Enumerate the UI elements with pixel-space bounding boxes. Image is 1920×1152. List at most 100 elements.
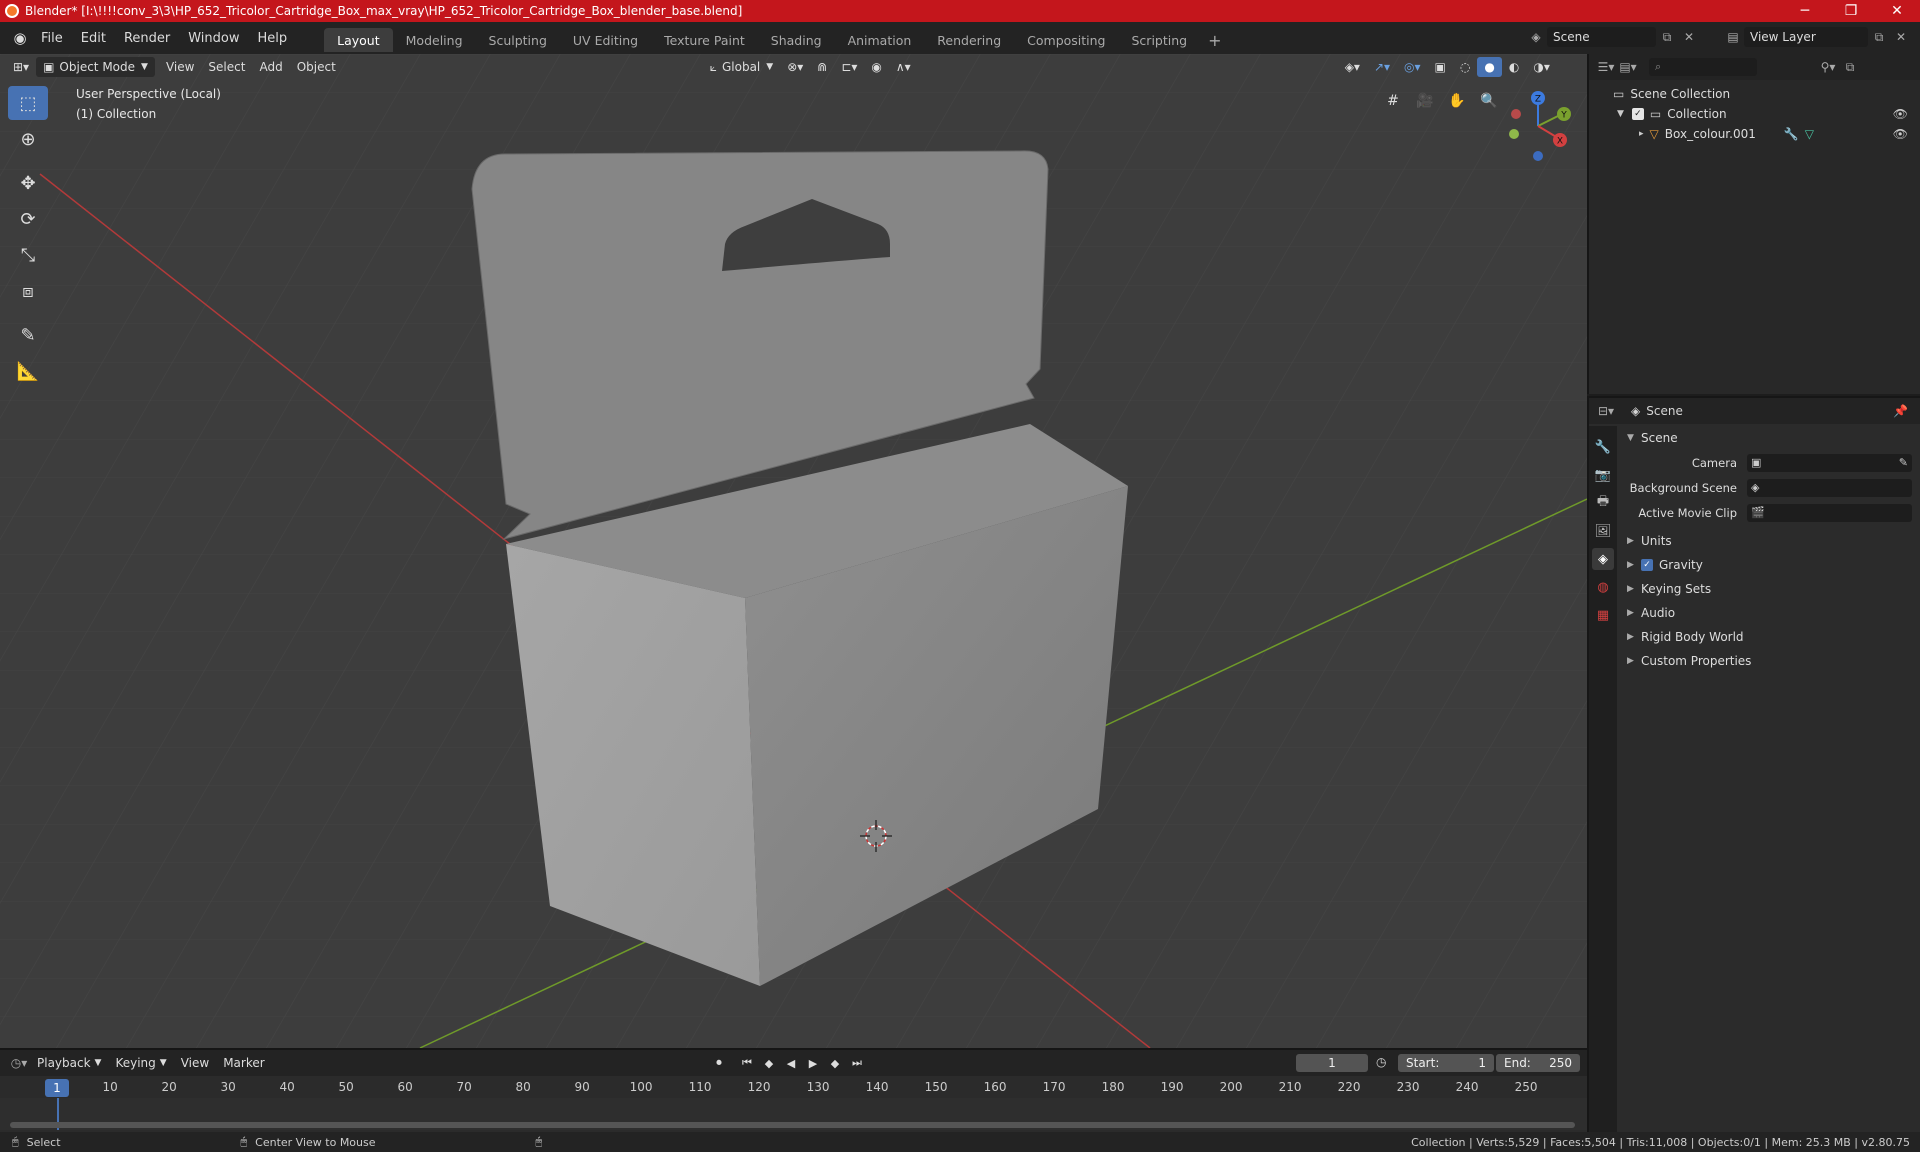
collection-checkbox[interactable]: ✓	[1631, 108, 1644, 120]
gravity-checkbox[interactable]: ✓	[1641, 559, 1653, 571]
world-tab-icon[interactable]: ◍	[1592, 576, 1614, 598]
keying-sets-subpanel[interactable]: ▶ Keying Sets	[1619, 577, 1920, 601]
menu-file[interactable]: File	[32, 26, 72, 50]
output-tab-icon[interactable]: 🖶	[1592, 492, 1614, 514]
menu-marker[interactable]: Marker	[216, 1053, 271, 1073]
scale-tool-icon[interactable]: ⤡	[8, 238, 48, 272]
background-scene-field[interactable]: ◈	[1747, 478, 1912, 497]
start-frame-field[interactable]: Start: 1	[1398, 1054, 1494, 1072]
cursor-tool-icon[interactable]: ⊕	[8, 122, 48, 156]
mesh-data-icon[interactable]: ▽	[1805, 127, 1814, 141]
menu-select[interactable]: Select	[201, 57, 252, 77]
outliner-row-collection[interactable]: ▼ ✓ ▭ Collection 👁	[1589, 104, 1920, 124]
3d-viewport[interactable]: ⊞▾ ▣ Object Mode ▼ View Select Add Object …	[0, 54, 1587, 1048]
scene-name-field[interactable]: Scene	[1547, 27, 1656, 47]
pan-hand-icon[interactable]: ✋	[1444, 88, 1470, 114]
menu-keying[interactable]: Keying ▼	[108, 1053, 173, 1073]
expand-arrow-icon[interactable]: ▼	[1617, 109, 1624, 119]
scene-panel-header[interactable]: ▼ Scene	[1619, 426, 1920, 450]
move-tool-icon[interactable]: ✥	[8, 166, 48, 200]
material-shading-icon[interactable]: ◐	[1502, 57, 1526, 77]
prev-keyframe-icon[interactable]: ◆	[760, 1054, 778, 1072]
menu-render[interactable]: Render	[115, 26, 179, 50]
visibility-eye-icon[interactable]: 👁	[1893, 107, 1908, 121]
blender-logo-icon[interactable]: ◉	[8, 26, 32, 50]
units-subpanel[interactable]: ▶ Units	[1619, 529, 1920, 553]
gizmo-toggle-icon[interactable]: ↗▾	[1367, 57, 1397, 77]
snap-icon[interactable]: ⋒	[810, 57, 834, 77]
minimize-button[interactable]: ─	[1782, 0, 1828, 22]
filter-icon[interactable]: ⚲▾	[1817, 57, 1839, 77]
tab-texture-paint[interactable]: Texture Paint	[651, 28, 758, 52]
play-reverse-icon[interactable]: ◀	[782, 1054, 800, 1072]
camera-view-icon[interactable]: 🎥	[1412, 88, 1438, 114]
transform-tool-icon[interactable]: ⧈	[8, 274, 48, 308]
audio-subpanel[interactable]: ▶ Audio	[1619, 601, 1920, 625]
timeline-editor-type-icon[interactable]: ◷▾	[8, 1053, 30, 1073]
measure-tool-icon[interactable]: 📐	[8, 354, 48, 388]
view-layer-icon[interactable]: ▤	[1722, 27, 1744, 47]
new-scene-icon[interactable]: ⧉	[1656, 27, 1678, 47]
menu-add[interactable]: Add	[252, 57, 289, 77]
object-mode-dropdown[interactable]: ▣ Object Mode ▼	[36, 57, 155, 77]
tab-modeling[interactable]: Modeling	[393, 28, 476, 52]
tool-settings-tab-icon[interactable]: 🔧	[1592, 436, 1614, 458]
gizmo-neg-z[interactable]	[1533, 151, 1543, 161]
falloff-icon[interactable]: ∧▾	[889, 57, 918, 77]
proportional-edit-icon[interactable]: ◉	[864, 57, 888, 77]
menu-timeline-view[interactable]: View	[174, 1053, 216, 1073]
menu-view[interactable]: View	[159, 57, 201, 77]
xray-toggle-icon[interactable]: ▣	[1428, 57, 1453, 77]
clock-icon[interactable]: ◷	[1376, 1055, 1386, 1069]
current-frame-field[interactable]: 1	[1296, 1054, 1368, 1072]
pin-icon[interactable]: 📌	[1893, 404, 1908, 418]
outliner-editor-type-icon[interactable]: ☰▾	[1595, 57, 1617, 77]
menu-playback[interactable]: Playback ▼	[30, 1053, 108, 1073]
menu-window[interactable]: Window	[179, 26, 248, 50]
gravity-subpanel[interactable]: ▶ ✓ Gravity	[1619, 553, 1920, 577]
gizmo-neg-x[interactable]	[1511, 109, 1521, 119]
solid-shading-icon[interactable]: ●	[1477, 57, 1502, 77]
tab-animation[interactable]: Animation	[835, 28, 925, 52]
navigation-gizmo[interactable]: Z Y X	[1500, 88, 1576, 164]
rigid-body-world-subpanel[interactable]: ▶ Rigid Body World	[1619, 625, 1920, 649]
grid-view-icon[interactable]: #	[1380, 88, 1406, 114]
new-view-layer-icon[interactable]: ⧉	[1868, 27, 1890, 47]
rotate-tool-icon[interactable]: ⟳	[8, 202, 48, 236]
new-collection-icon[interactable]: ⧉	[1839, 57, 1861, 77]
outliner-search-input[interactable]: ⌕	[1649, 58, 1757, 76]
properties-editor-type-icon[interactable]: ⊟▾	[1595, 401, 1617, 421]
camera-field[interactable]: ▣ ✎	[1747, 453, 1912, 472]
maximize-button[interactable]: ❐	[1828, 0, 1874, 22]
tab-scripting[interactable]: Scripting	[1119, 28, 1201, 52]
timeline-ruler[interactable]: 1 10 20 30 40 50 60 70 80 90 100 110 120 130 140 150 16…	[0, 1076, 1587, 1098]
gizmo-neg-y[interactable]	[1509, 129, 1519, 139]
eyedropper-icon[interactable]: ✎	[1899, 456, 1908, 469]
tab-rendering[interactable]: Rendering	[924, 28, 1014, 52]
outliner-row-box-colour[interactable]: ▸ ▽ Box_colour.001 🔧 ▽ 👁	[1589, 124, 1920, 144]
close-button[interactable]: ✕	[1874, 0, 1920, 22]
record-icon[interactable]: ⏺	[710, 1054, 728, 1072]
tab-compositing[interactable]: Compositing	[1014, 28, 1118, 52]
tab-uv-editing[interactable]: UV Editing	[560, 28, 651, 52]
snap-target-icon[interactable]: ⊏▾	[834, 57, 864, 77]
active-movie-clip-field[interactable]: 🎬	[1747, 503, 1912, 522]
view-layer-tab-icon[interactable]: 🖼	[1592, 520, 1614, 542]
jump-start-icon[interactable]: ⏮	[738, 1054, 756, 1072]
rendered-shading-icon[interactable]: ◑▾	[1526, 57, 1557, 77]
delete-view-layer-icon[interactable]: ✕	[1890, 27, 1912, 47]
wireframe-shading-icon[interactable]: ◌	[1453, 57, 1477, 77]
timeline-scrollbar[interactable]	[10, 1122, 1575, 1128]
outliner-row-scene-collection[interactable]: ▭ Scene Collection	[1589, 84, 1920, 104]
tab-sculpting[interactable]: Sculpting	[476, 28, 560, 52]
zoom-icon[interactable]: 🔍	[1476, 88, 1502, 114]
texture-tab-icon[interactable]: ▦	[1592, 604, 1614, 626]
transform-orientation-dropdown[interactable]: ⟀ Global ▼	[703, 57, 780, 77]
render-tab-icon[interactable]: 📷	[1592, 464, 1614, 486]
annotate-tool-icon[interactable]: ✎	[8, 318, 48, 352]
add-workspace-button[interactable]: +	[1200, 28, 1229, 52]
overlay-toggle-icon[interactable]: ◎▾	[1397, 57, 1428, 77]
menu-edit[interactable]: Edit	[72, 26, 115, 50]
pivot-point-icon[interactable]: ⊗▾	[780, 57, 810, 77]
display-mode-icon[interactable]: ▤▾	[1617, 57, 1639, 77]
